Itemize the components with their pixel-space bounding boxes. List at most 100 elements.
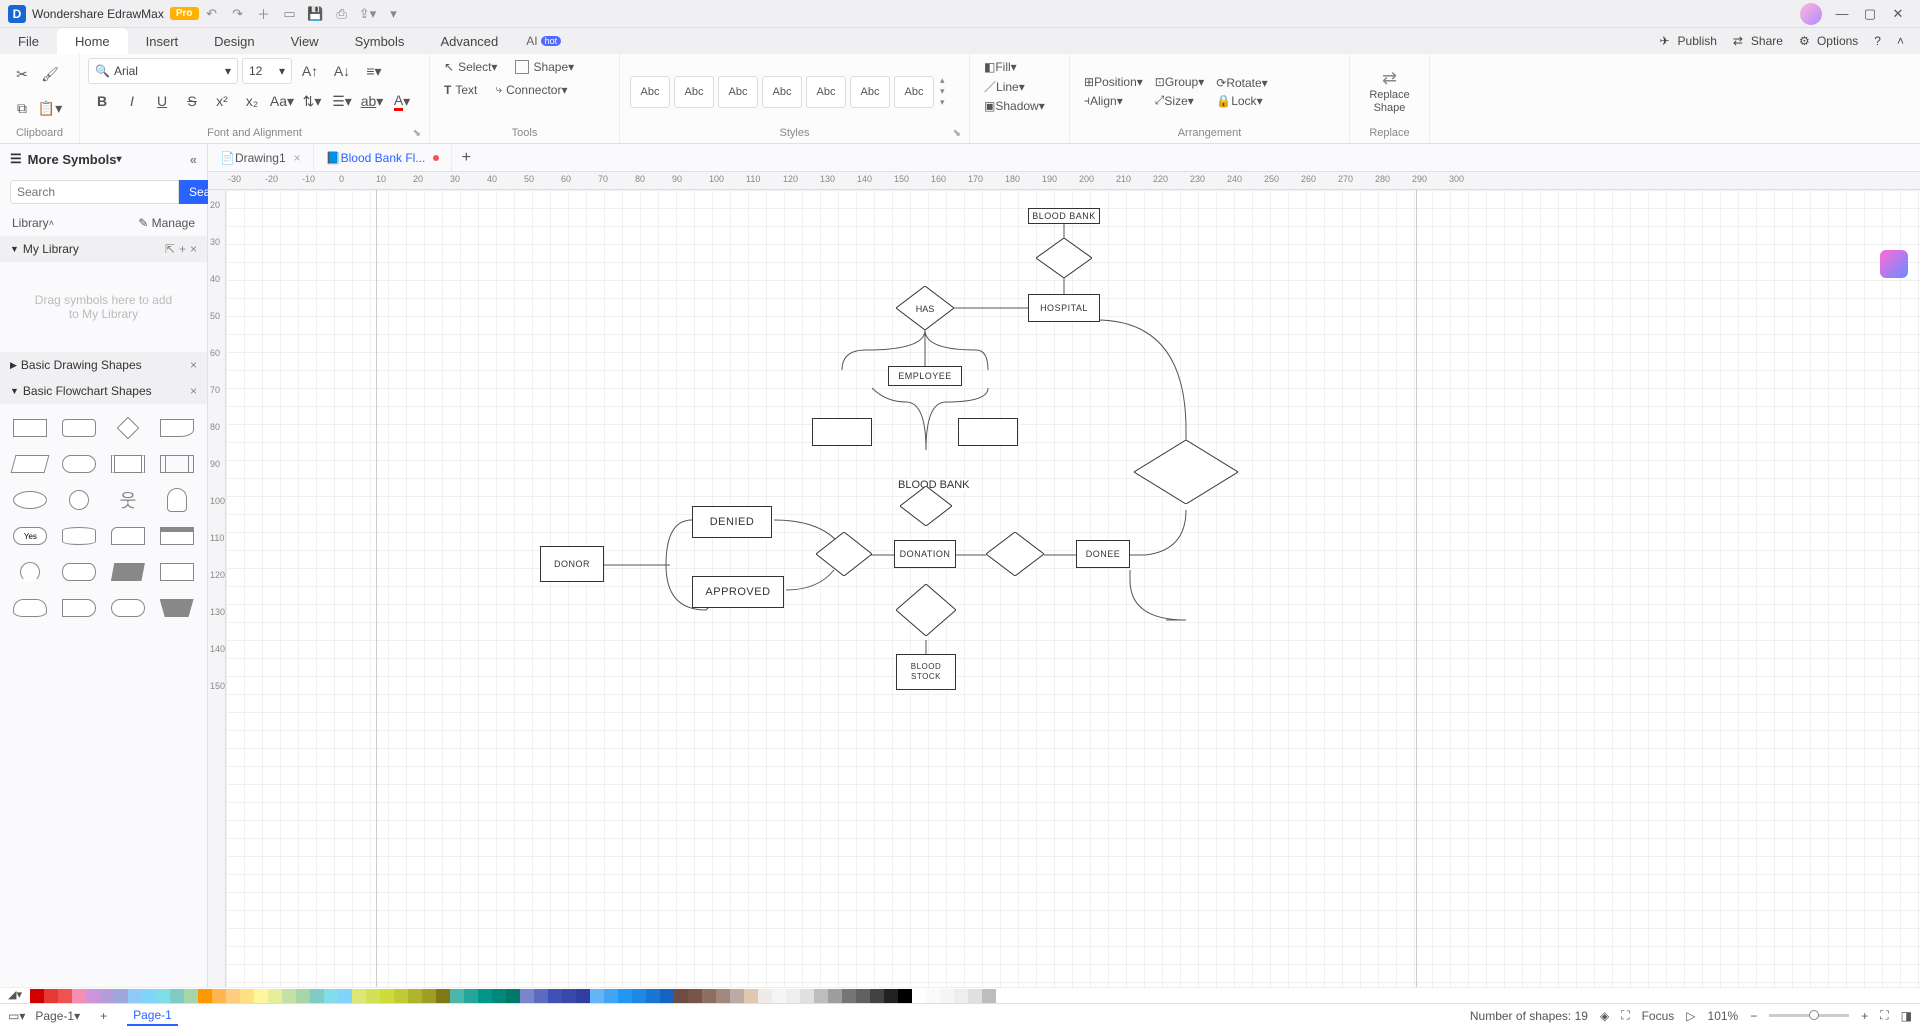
print-icon[interactable]: ⎙ bbox=[331, 3, 353, 25]
case-icon[interactable]: Aa▾ bbox=[268, 88, 296, 114]
page-nav-icon[interactable]: ▭▾ bbox=[8, 1009, 25, 1023]
collapse-ribbon-icon[interactable]: ˄ bbox=[1889, 34, 1912, 48]
node-diamond-4[interactable] bbox=[986, 532, 1044, 576]
color-swatch[interactable] bbox=[422, 989, 436, 1003]
color-swatch[interactable] bbox=[940, 989, 954, 1003]
node-diamond-6[interactable] bbox=[896, 584, 956, 636]
color-swatch[interactable] bbox=[156, 989, 170, 1003]
collapse-sidebar-icon[interactable]: « bbox=[190, 152, 197, 167]
bullets-icon[interactable]: ☰▾ bbox=[328, 88, 356, 114]
color-swatch[interactable] bbox=[380, 989, 394, 1003]
italic-icon[interactable]: I bbox=[118, 88, 146, 114]
align-button[interactable]: ⫞ Align ▾ bbox=[1078, 91, 1149, 110]
import-icon[interactable]: ⇱ bbox=[165, 242, 175, 256]
color-swatch[interactable] bbox=[212, 989, 226, 1003]
new-icon[interactable]: ＋ bbox=[253, 3, 275, 25]
color-swatch[interactable] bbox=[170, 989, 184, 1003]
shape-circle[interactable] bbox=[59, 486, 100, 514]
canvas[interactable]: BLOOD BANK HOSPITAL HAS EMPLOYEE BLOOD B… bbox=[226, 190, 1920, 987]
node-diamond-2[interactable] bbox=[900, 486, 952, 526]
search-input[interactable] bbox=[10, 180, 179, 204]
shape-frame[interactable] bbox=[156, 522, 197, 550]
close-tab1-icon[interactable]: × bbox=[294, 151, 301, 165]
highlight-icon[interactable]: ab▾ bbox=[358, 88, 386, 114]
user-avatar[interactable] bbox=[1800, 3, 1822, 25]
shape-trapezoid[interactable] bbox=[108, 558, 149, 586]
more-icon[interactable]: ▾ bbox=[383, 3, 405, 25]
zoom-out-icon[interactable]: − bbox=[1750, 1009, 1757, 1023]
hamburger-icon[interactable]: ☰ bbox=[10, 151, 22, 167]
color-swatch[interactable] bbox=[646, 989, 660, 1003]
shape-document[interactable] bbox=[156, 414, 197, 442]
node-diamond-1[interactable] bbox=[1036, 238, 1092, 278]
align-icon[interactable]: ≡▾ bbox=[360, 58, 388, 84]
style-preview-1[interactable]: Abc bbox=[630, 76, 670, 108]
close-icon[interactable]: ✕ bbox=[1884, 6, 1912, 22]
undo-icon[interactable]: ↶ bbox=[201, 3, 223, 25]
color-swatch[interactable] bbox=[408, 989, 422, 1003]
shape-diamond[interactable] bbox=[108, 414, 149, 442]
zoom-in-icon[interactable]: + bbox=[1861, 1009, 1868, 1023]
color-swatch[interactable] bbox=[534, 989, 548, 1003]
color-swatch[interactable] bbox=[352, 989, 366, 1003]
node-blood-stock[interactable]: BLOOD STOCK bbox=[896, 654, 956, 690]
shape-internal[interactable] bbox=[156, 450, 197, 478]
color-swatch[interactable] bbox=[982, 989, 996, 1003]
style-preview-5[interactable]: Abc bbox=[806, 76, 846, 108]
node-denied[interactable]: DENIED bbox=[692, 506, 772, 538]
style-preview-3[interactable]: Abc bbox=[718, 76, 758, 108]
node-blood-bank-top[interactable]: BLOOD BANK bbox=[1028, 208, 1100, 224]
manage-button[interactable]: ✎ Manage bbox=[138, 216, 195, 230]
node-diamond-3[interactable] bbox=[816, 532, 872, 576]
color-swatch[interactable] bbox=[758, 989, 772, 1003]
options-button[interactable]: ⚙Options bbox=[1791, 34, 1866, 48]
color-swatch[interactable] bbox=[814, 989, 828, 1003]
tab-insert[interactable]: Insert bbox=[128, 28, 197, 54]
color-swatch[interactable] bbox=[926, 989, 940, 1003]
basic-flowchart-section[interactable]: ▼Basic Flowchart Shapes × bbox=[0, 378, 207, 404]
styles-up-icon[interactable]: ▴ bbox=[940, 75, 945, 86]
node-hospital[interactable]: HOSPITAL bbox=[1028, 294, 1100, 322]
size-button[interactable]: ⤢ Size ▾ bbox=[1149, 91, 1210, 110]
color-swatch[interactable] bbox=[912, 989, 926, 1003]
my-library-section[interactable]: ▼My Library ⇱+× bbox=[0, 236, 207, 262]
subscript-icon[interactable]: x₂ bbox=[238, 88, 266, 114]
color-swatch[interactable] bbox=[72, 989, 86, 1003]
color-swatch[interactable] bbox=[114, 989, 128, 1003]
style-preview-6[interactable]: Abc bbox=[850, 76, 890, 108]
color-swatch[interactable] bbox=[898, 989, 912, 1003]
doc-tab-2[interactable]: 📘 Blood Bank Fl... bbox=[314, 144, 453, 171]
page-tab[interactable]: Page-1 bbox=[127, 1006, 178, 1026]
lock-button[interactable]: 🔒 Lock ▾ bbox=[1210, 92, 1273, 110]
color-swatch[interactable] bbox=[282, 989, 296, 1003]
focus-label[interactable]: Focus bbox=[1642, 1009, 1675, 1023]
zoom-value[interactable]: 101% bbox=[1708, 1009, 1739, 1023]
open-icon[interactable]: ▭ bbox=[279, 3, 301, 25]
add-icon[interactable]: + bbox=[179, 242, 186, 256]
tab-symbols[interactable]: Symbols bbox=[337, 28, 423, 54]
shape-tool[interactable]: Shape ▾ bbox=[509, 58, 580, 76]
shape-predefined[interactable] bbox=[108, 450, 149, 478]
increase-font-icon[interactable]: A↑ bbox=[296, 58, 324, 84]
color-swatch[interactable] bbox=[674, 989, 688, 1003]
decrease-font-icon[interactable]: A↓ bbox=[328, 58, 356, 84]
color-swatch[interactable] bbox=[744, 989, 758, 1003]
basic-drawing-section[interactable]: ▶Basic Drawing Shapes × bbox=[0, 352, 207, 378]
color-swatch[interactable] bbox=[520, 989, 534, 1003]
replace-shape-button[interactable]: Replace Shape bbox=[1358, 89, 1421, 115]
color-swatch[interactable] bbox=[492, 989, 506, 1003]
color-swatch[interactable] bbox=[58, 989, 72, 1003]
fill-button[interactable]: ◧ Fill ▾ bbox=[978, 58, 1023, 76]
color-swatch[interactable] bbox=[478, 989, 492, 1003]
shape-cylinder[interactable] bbox=[59, 522, 100, 550]
help-icon[interactable]: ? bbox=[1866, 34, 1889, 48]
layers-icon[interactable]: ◈ bbox=[1600, 1009, 1609, 1023]
styles-more-icon[interactable]: ▾ bbox=[940, 97, 945, 108]
copy-icon[interactable]: ⧉ bbox=[8, 95, 36, 121]
color-swatch[interactable] bbox=[688, 989, 702, 1003]
styles-dialog-icon[interactable]: ⬊ bbox=[953, 128, 961, 139]
color-swatch[interactable] bbox=[604, 989, 618, 1003]
font-size-select[interactable]: 12▾ bbox=[242, 58, 292, 84]
play-icon[interactable]: ▷ bbox=[1686, 1009, 1695, 1023]
share-button[interactable]: ⇄Share bbox=[1725, 34, 1791, 48]
